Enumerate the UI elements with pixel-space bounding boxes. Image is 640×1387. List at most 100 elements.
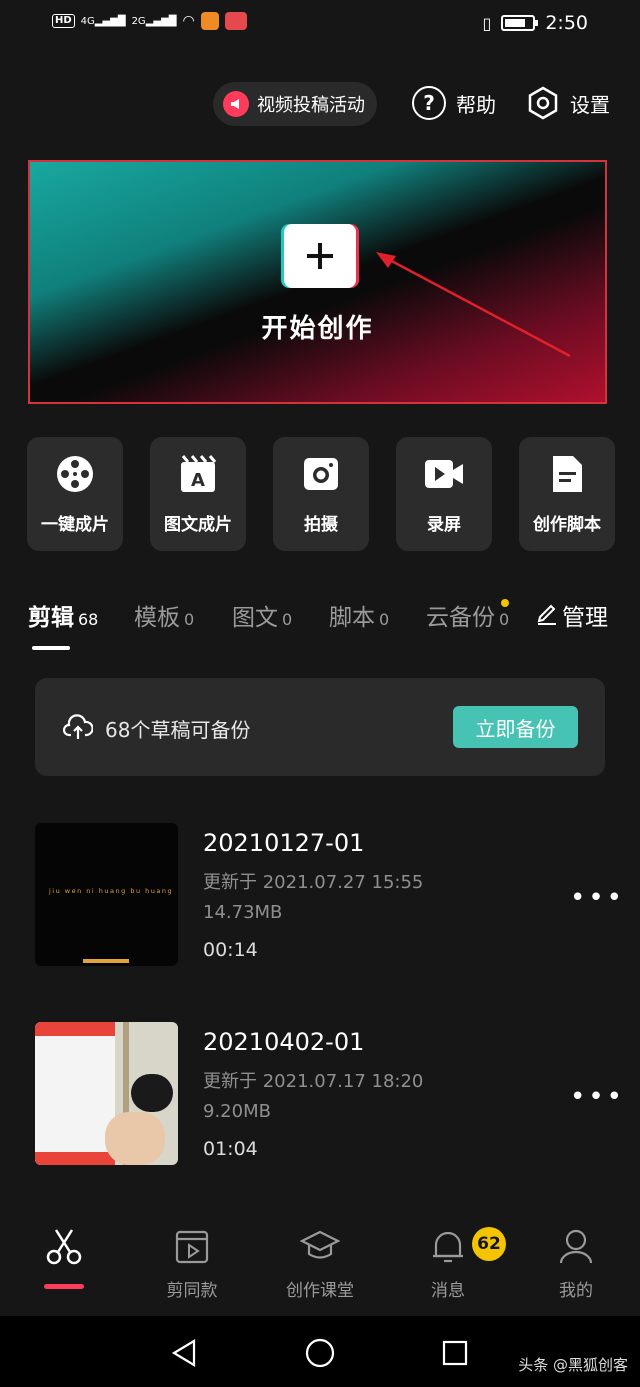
help-button[interactable]: ? 帮助 xyxy=(412,86,496,120)
recents-icon[interactable] xyxy=(441,1339,469,1367)
edit-pencil-icon xyxy=(537,604,556,625)
tool-label: 一键成片 xyxy=(41,514,109,535)
tab-label: 云备份 xyxy=(426,605,495,631)
thumbnail-phone-footer xyxy=(35,1152,115,1165)
more-options-icon[interactable]: ••• xyxy=(570,883,625,913)
messages-badge: 62 xyxy=(472,1227,506,1261)
tab-count: 0 xyxy=(499,610,510,629)
plus-icon xyxy=(284,224,356,288)
manage-button[interactable]: 管理 xyxy=(536,598,608,632)
draft-item[interactable]: 20210402-01 更新于 2021.07.17 18:20 9.20MB … xyxy=(35,1022,625,1166)
draft-duration: 01:04 xyxy=(203,1138,258,1160)
thumbnail-phone-header xyxy=(35,1022,115,1036)
nav-label: 创作课堂 xyxy=(286,1281,354,1301)
top-actions: 视频投稿活动 ? 帮助 设置 xyxy=(0,82,640,126)
tab-text-image[interactable]: 图文 0 xyxy=(232,598,292,632)
tab-active-indicator xyxy=(32,646,70,650)
draft-updated: 更新于 2021.07.27 15:55 xyxy=(203,872,424,893)
start-creation-banner[interactable]: 开始创作 xyxy=(28,160,607,404)
clapper-play-icon xyxy=(175,1230,209,1264)
backup-now-button[interactable]: 立即备份 xyxy=(453,706,578,748)
text-clapper-icon: A xyxy=(181,454,217,492)
backup-count-text: 68个草稿可备份 xyxy=(105,718,251,742)
nav-template[interactable]: 剪同款 xyxy=(142,1226,242,1301)
thumbnail-hand xyxy=(105,1112,165,1165)
nav-course[interactable]: 创作课堂 xyxy=(270,1226,370,1301)
activity-pill-button[interactable]: 视频投稿活动 xyxy=(213,82,377,126)
status-bar: HD 4G▂▄▆█ 2G▂▄▆█ ◠ ▯ 2:50 xyxy=(0,0,640,48)
camera-icon xyxy=(304,457,338,490)
tool-grid: 一键成片 A 图文成片 拍摄 录屏 创作脚本 xyxy=(27,437,615,551)
thumbnail-caption-bar xyxy=(83,959,129,963)
tab-count: 0 xyxy=(379,610,390,629)
bottom-nav: 剪同款 创作课堂 消息 62 我的 xyxy=(0,1212,640,1316)
vibrate-icon: ▯ xyxy=(482,13,492,33)
draft-duration: 00:14 xyxy=(203,939,258,961)
notification-app-icon-1 xyxy=(200,12,219,30)
thumbnail-phone-screen xyxy=(35,1022,115,1165)
film-reel-icon xyxy=(57,455,93,492)
help-icon: ? xyxy=(412,86,446,120)
screen-record-icon xyxy=(425,459,463,488)
thumbnail-caption: jiu wen ni huang bu huang xyxy=(49,887,174,895)
back-icon[interactable] xyxy=(170,1338,198,1368)
user-icon xyxy=(559,1229,593,1264)
hd-indicator: HD xyxy=(52,14,75,28)
cloud-upload-icon xyxy=(63,714,93,739)
notification-app-icon-2 xyxy=(224,12,247,30)
nav-label: 我的 xyxy=(559,1281,593,1301)
signal-icon-1: 4G▂▄▆█ xyxy=(80,15,126,27)
nav-label: 消息 xyxy=(431,1281,465,1301)
draft-title: 20210127-01 xyxy=(203,829,365,857)
graduation-cap-icon xyxy=(300,1230,340,1259)
draft-updated: 更新于 2021.07.17 18:20 xyxy=(203,1071,424,1092)
bell-icon xyxy=(433,1231,463,1263)
nav-edit[interactable] xyxy=(14,1226,114,1266)
gear-icon xyxy=(526,86,560,120)
watermark: 头条 @黑狐创客 xyxy=(518,1356,628,1374)
wifi-icon: ◠ xyxy=(182,13,195,29)
backup-card: 68个草稿可备份 立即备份 xyxy=(35,678,605,776)
status-right: ▯ 2:50 xyxy=(483,12,588,34)
tool-label: 创作脚本 xyxy=(533,514,601,535)
tool-shoot[interactable]: 拍摄 xyxy=(273,437,369,551)
tab-count: 0 xyxy=(282,610,293,629)
tab-edit[interactable]: 剪辑 68 xyxy=(28,598,98,632)
tab-cloud-backup[interactable]: 云备份 0 xyxy=(426,598,509,632)
manage-label: 管理 xyxy=(562,605,608,631)
status-left: HD 4G▂▄▆█ 2G▂▄▆█ ◠ xyxy=(52,12,247,30)
megaphone-icon xyxy=(223,91,249,117)
tab-label: 模板 xyxy=(134,605,180,631)
tool-one-click-video[interactable]: 一键成片 xyxy=(27,437,123,551)
tool-label: 录屏 xyxy=(427,514,461,535)
tab-label: 剪辑 xyxy=(28,605,74,631)
thumbnail-device xyxy=(131,1074,173,1112)
more-options-icon[interactable]: ••• xyxy=(570,1082,625,1112)
draft-item[interactable]: jiu wen ni huang bu huang 20210127-01 更新… xyxy=(35,823,625,967)
tab-label: 脚本 xyxy=(329,605,375,631)
tab-count: 0 xyxy=(184,610,195,629)
help-label: 帮助 xyxy=(456,92,496,117)
draft-tabs: 剪辑 68 模板 0 图文 0 脚本 0 云备份 0 管理 xyxy=(28,598,618,654)
script-doc-icon xyxy=(553,455,582,492)
nav-profile[interactable]: 我的 xyxy=(526,1226,626,1301)
tab-script[interactable]: 脚本 0 xyxy=(329,598,389,632)
draft-thumbnail[interactable]: jiu wen ni huang bu huang xyxy=(35,823,178,966)
scissors-icon xyxy=(46,1229,82,1265)
activity-label: 视频投稿活动 xyxy=(257,95,365,116)
tool-label: 图文成片 xyxy=(164,514,232,535)
tool-text-to-video[interactable]: A 图文成片 xyxy=(150,437,246,551)
nav-active-indicator xyxy=(44,1284,84,1289)
tool-creation-script[interactable]: 创作脚本 xyxy=(519,437,615,551)
settings-button[interactable]: 设置 xyxy=(526,86,610,120)
draft-thumbnail[interactable] xyxy=(35,1022,178,1165)
signal-icon-2: 2G▂▄▆█ xyxy=(131,15,177,27)
battery-icon xyxy=(501,15,539,31)
tab-template[interactable]: 模板 0 xyxy=(134,598,194,632)
svg-text:A: A xyxy=(191,470,205,491)
draft-title: 20210402-01 xyxy=(203,1028,365,1056)
draft-size: 9.20MB xyxy=(203,1101,271,1122)
nav-label: 剪同款 xyxy=(166,1281,218,1301)
tool-screen-record[interactable]: 录屏 xyxy=(396,437,492,551)
home-icon[interactable] xyxy=(304,1337,336,1369)
